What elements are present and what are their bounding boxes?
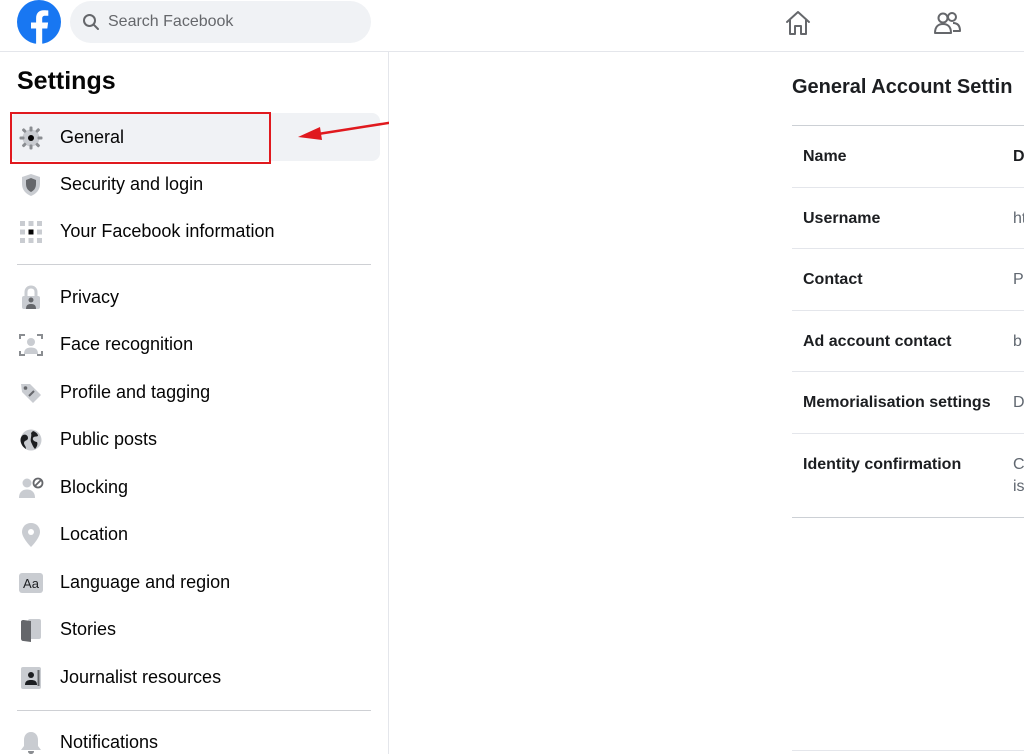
shield-icon [18, 172, 44, 198]
svg-text:Aa: Aa [23, 576, 40, 591]
sidebar-title: Settings [17, 67, 116, 95]
sidebar-item-label: Privacy [60, 286, 120, 307]
sidebar-item-label: Face recognition [60, 333, 194, 354]
sidebar-item-location[interactable]: Location [10, 510, 380, 558]
sidebar-item-label: Stories [60, 618, 117, 639]
sidebar-item-language-and-region[interactable]: Aa Language and region [10, 558, 380, 606]
sidebar-item-blocking[interactable]: Blocking [10, 463, 380, 511]
table-row[interactable]: Name D [792, 126, 1024, 188]
face-scan-icon [18, 332, 44, 358]
search-icon [83, 14, 99, 30]
row-value: C [1013, 455, 1024, 473]
sidebar-item-label: Your Facebook information [60, 220, 275, 241]
sidebar-item-label: Journalist resources [60, 666, 222, 687]
row-label: Ad account contact [803, 332, 952, 350]
highlight-box [10, 112, 271, 164]
sidebar-item-face-recognition[interactable]: Face recognition [10, 320, 380, 368]
facebook-logo-icon[interactable] [17, 0, 61, 44]
row-label: Name [803, 148, 847, 165]
search-input[interactable] [108, 13, 348, 31]
row-label: Contact [803, 271, 863, 288]
content-divider [792, 750, 1024, 751]
globe-icon [18, 427, 44, 453]
sidebar-item-stories[interactable]: Stories [10, 605, 380, 653]
table-row[interactable]: Contact P [792, 249, 1024, 311]
sidebar-item-label: Language and region [60, 571, 231, 592]
sidebar-item-profile-and-tagging[interactable]: Profile and tagging [10, 368, 380, 416]
sidebar-item-label: Security and login [60, 173, 204, 194]
friends-icon[interactable] [932, 8, 962, 38]
sidebar-divider [17, 264, 371, 265]
row-value: D [1013, 148, 1024, 165]
tag-icon [18, 380, 44, 406]
main-content: General Account Settin Name D Username h… [389, 52, 1024, 754]
table-row[interactable]: Memorialisation settings D [792, 372, 1024, 434]
lock-icon [18, 285, 44, 311]
language-icon: Aa [18, 570, 44, 596]
table-row[interactable]: Username ht [792, 188, 1024, 249]
general-settings-table: Name D Username ht Contact P Ad account … [792, 125, 1024, 518]
grid-icon [18, 219, 44, 245]
sidebar-item-label: Profile and tagging [60, 381, 211, 402]
table-row[interactable]: Ad account contact b [792, 311, 1024, 372]
block-user-icon [18, 475, 44, 501]
stories-icon [18, 617, 44, 643]
sidebar-item-your-facebook-information[interactable]: Your Facebook information [10, 207, 380, 255]
sidebar-item-label: Notifications [60, 731, 159, 752]
page-title: General Account Settin [792, 76, 1013, 98]
sidebar-divider [17, 710, 371, 711]
sidebar-item-notifications[interactable]: Notifications [10, 718, 380, 754]
row-label: Memorialisation settings [803, 394, 991, 411]
row-label: Username [803, 209, 881, 227]
sidebar-item-label: Location [60, 523, 129, 544]
sidebar-item-label: Public posts [60, 428, 158, 449]
sidebar-item-security-and-login[interactable]: Security and login [10, 160, 380, 208]
search-bar[interactable] [70, 1, 371, 43]
top-navigation-bar [0, 0, 1024, 52]
row-label: Identity confirmation [803, 455, 962, 473]
row-value: b [1013, 332, 1022, 350]
row-value-line2: is [1013, 477, 1024, 495]
sidebar-item-public-posts[interactable]: Public posts [10, 415, 380, 463]
location-pin-icon [18, 522, 44, 548]
sidebar-item-journalist-resources[interactable]: Journalist resources [10, 653, 380, 701]
row-value: D [1013, 394, 1024, 411]
sidebar-item-privacy[interactable]: Privacy [10, 273, 380, 321]
sidebar-item-label: Blocking [60, 476, 129, 497]
row-value: ht [1013, 209, 1024, 227]
row-value: P [1013, 271, 1024, 288]
bell-icon [18, 730, 44, 754]
journalist-icon [18, 665, 44, 691]
home-icon[interactable] [783, 8, 813, 38]
table-row[interactable]: Identity confirmation C is [792, 434, 1024, 518]
